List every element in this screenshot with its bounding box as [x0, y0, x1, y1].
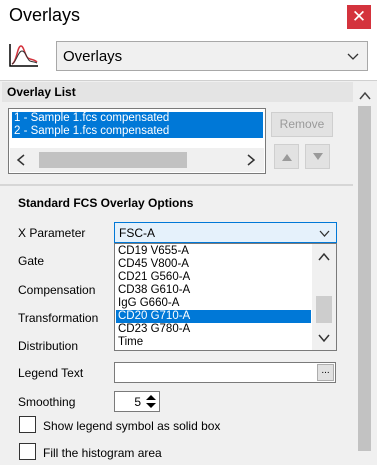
section-divider: [0, 184, 353, 186]
overlay-list-heading: Overlay List: [2, 82, 353, 102]
dropdown-option[interactable]: Time: [116, 336, 311, 349]
dropdown-option[interactable]: CD45 V800-A: [116, 258, 311, 271]
fill-histogram-checkbox[interactable]: [19, 443, 36, 460]
scrollbar-thumb[interactable]: [358, 106, 371, 451]
scroll-down-icon[interactable]: [318, 333, 330, 343]
scroll-up-icon[interactable]: [318, 252, 330, 262]
list-item[interactable]: 2 - Sample 1.fcs compensated: [12, 125, 263, 138]
remove-button[interactable]: Remove: [271, 112, 333, 137]
close-button[interactable]: ✕: [347, 5, 371, 29]
smoothing-label: Smoothing: [18, 395, 76, 409]
dropdown-scrollbar-thumb[interactable]: [316, 296, 332, 323]
x-parameter-select[interactable]: FSC-A: [114, 222, 337, 243]
scroll-left-icon[interactable]: [16, 154, 26, 166]
show-legend-label: Show legend symbol as solid box: [43, 419, 221, 433]
list-item[interactable]: 1 - Sample 1.fcs compensated: [12, 112, 263, 125]
view-selector-value: Overlays: [63, 48, 123, 65]
chevron-down-icon: [347, 53, 359, 60]
title-bar: Overlays ✕: [0, 0, 377, 34]
dropdown-option[interactable]: CD21 G560-A: [116, 271, 311, 284]
legend-text-input[interactable]: ...: [114, 362, 336, 383]
overlay-list[interactable]: 1 - Sample 1.fcs compensated 2 - Sample …: [8, 108, 266, 174]
transformation-label: Transformation: [18, 311, 99, 325]
smoothing-stepper[interactable]: 5: [114, 391, 160, 412]
dropdown-option[interactable]: IgG G660-A: [116, 297, 311, 310]
spin-arrows-icon[interactable]: [144, 393, 158, 410]
show-legend-checkbox[interactable]: [19, 416, 36, 433]
dropdown-scrollbar[interactable]: [312, 244, 336, 350]
scroll-up-icon[interactable]: [358, 90, 372, 102]
x-parameter-label: X Parameter: [18, 226, 86, 240]
move-down-button[interactable]: [305, 144, 330, 169]
horizontal-scrollbar-thumb[interactable]: [39, 152, 187, 168]
triangle-down-icon: [313, 153, 323, 160]
window-title: Overlays: [9, 5, 81, 25]
dropdown-option-selected[interactable]: CD20 G710-A: [116, 310, 311, 323]
distribution-label: Distribution: [18, 339, 79, 353]
options-heading: Standard FCS Overlay Options: [2, 191, 353, 215]
smoothing-value: 5: [134, 395, 141, 409]
move-up-button[interactable]: [274, 144, 299, 169]
scroll-right-icon[interactable]: [246, 154, 256, 166]
triangle-up-icon: [282, 154, 292, 161]
histogram-overlay-icon: [9, 44, 38, 67]
gate-label: Gate: [18, 254, 45, 268]
panel-scrollbar[interactable]: [355, 86, 374, 465]
fill-histogram-label: Fill the histogram area: [43, 446, 162, 460]
dropdown-option[interactable]: CD23 G780-A: [116, 323, 311, 336]
x-parameter-dropdown-list[interactable]: CD19 V655-A CD45 V800-A CD21 G560-A CD38…: [114, 243, 337, 351]
browse-button[interactable]: ...: [317, 364, 334, 381]
legend-text-label: Legend Text: [18, 366, 84, 380]
chevron-down-icon: [319, 230, 330, 237]
horizontal-scrollbar[interactable]: [10, 148, 264, 172]
compensation-label: Compensation: [18, 283, 96, 297]
view-selector[interactable]: Overlays: [56, 41, 368, 71]
dropdown-option[interactable]: CD38 G610-A: [116, 284, 311, 297]
x-parameter-value: FSC-A: [119, 226, 155, 240]
dropdown-option[interactable]: CD19 V655-A: [116, 245, 311, 258]
